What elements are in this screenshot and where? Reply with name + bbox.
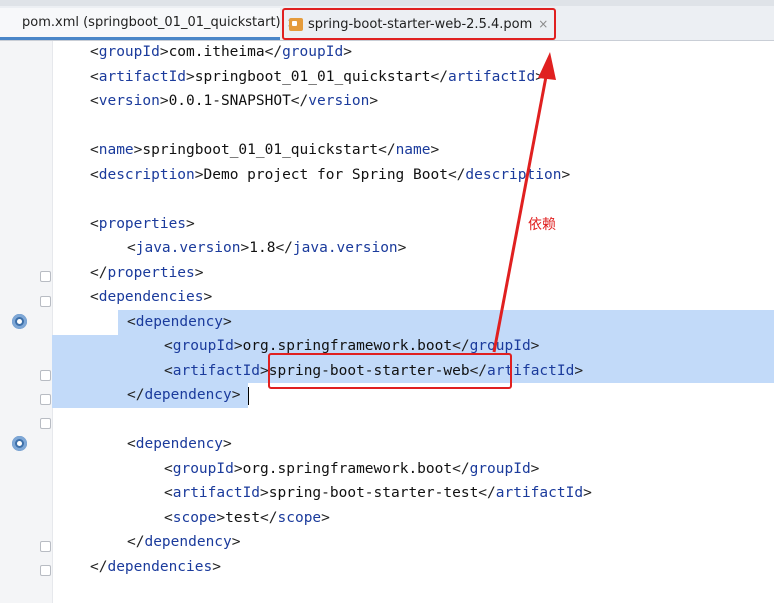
code-line: <dependencies>	[90, 289, 213, 305]
xml-file-icon	[4, 16, 18, 30]
fold-marker-icon[interactable]	[40, 565, 51, 576]
text-caret	[248, 387, 249, 405]
maven-dependency-icon[interactable]	[12, 314, 27, 329]
code-line: <name>springboot_01_01_quickstart</name>	[90, 142, 440, 158]
fold-marker-icon[interactable]	[40, 370, 51, 381]
code-line: <groupId>com.itheima</groupId>	[90, 44, 352, 60]
code-line: <scope>test</scope>	[164, 509, 330, 526]
code-line: <artifactId>springboot_01_01_quickstart<…	[90, 68, 544, 85]
code-line: <java.version>1.8</java.version>	[127, 240, 407, 256]
maven-dependency-icon[interactable]	[12, 436, 27, 451]
code-line: </dependency>	[127, 534, 241, 550]
fold-marker-icon[interactable]	[40, 541, 51, 552]
code-line: </dependencies>	[90, 558, 221, 575]
code-line: <properties>	[90, 215, 195, 232]
tab-label: pom.xml (springboot_01_01_quickstart)	[22, 15, 281, 30]
code-line: <artifactId>spring-boot-starter-test</ar…	[164, 485, 592, 501]
fold-marker-icon[interactable]	[40, 394, 51, 405]
code-line: </dependency>	[127, 387, 241, 403]
code-line: <version>0.0.1-SNAPSHOT</version>	[90, 93, 379, 109]
code-line: <groupId>org.springframework.boot</group…	[164, 460, 540, 477]
fold-marker-icon[interactable]	[40, 271, 51, 282]
fold-marker-icon[interactable]	[40, 418, 51, 429]
highlight-box-tab	[282, 8, 556, 40]
code-line: </properties>	[90, 264, 204, 281]
annotation-label: 依赖	[528, 217, 556, 233]
fold-marker-icon[interactable]	[40, 296, 51, 307]
code-line: <description>Demo project for Spring Boo…	[90, 166, 571, 183]
tab-pom-xml[interactable]: pom.xml (springboot_01_01_quickstart) ×	[0, 8, 297, 40]
highlight-box-artifact	[268, 353, 512, 389]
code-line: <dependency>	[127, 313, 232, 330]
code-line: <dependency>	[127, 436, 232, 452]
